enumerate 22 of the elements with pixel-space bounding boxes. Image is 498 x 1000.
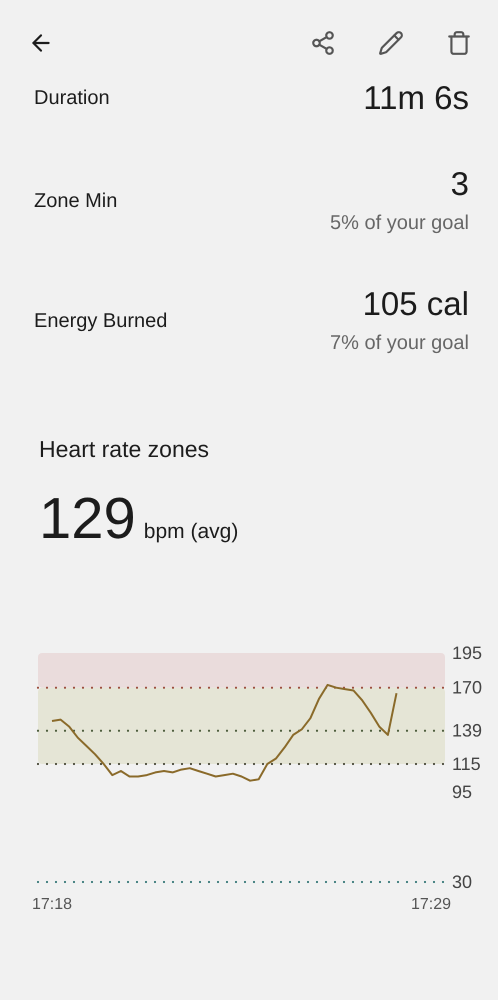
y-tick-label: 30 — [452, 872, 472, 892]
share-icon — [310, 30, 336, 56]
stat-label: Zone Min — [34, 189, 118, 214]
y-tick-label: 139 — [452, 720, 482, 740]
stat-value: 105 cal — [362, 284, 469, 324]
stat-label: Duration — [34, 86, 110, 111]
unit-label: bpm (avg) — [144, 518, 238, 544]
y-tick-label: 95 — [452, 781, 472, 802]
average-heart-rate: 129 — [39, 486, 136, 550]
trash-icon — [446, 30, 472, 56]
section-title: Heart rate zones — [39, 435, 210, 464]
goal-note: 7% of your goal — [330, 331, 469, 356]
stat-value: 11m 6s — [363, 78, 469, 118]
stat-label: Energy Burned — [34, 309, 168, 334]
x-tick-label: 17:18 — [32, 896, 72, 912]
y-tick-label: 195 — [452, 642, 482, 662]
y-tick-label: 170 — [452, 677, 482, 698]
pencil-icon — [378, 30, 404, 56]
stat-value: 3 — [450, 164, 469, 204]
x-tick-label: 17:29 — [410, 896, 452, 912]
y-tick-label: 115 — [452, 754, 481, 774]
goal-note: 5% of your goal — [330, 211, 469, 236]
